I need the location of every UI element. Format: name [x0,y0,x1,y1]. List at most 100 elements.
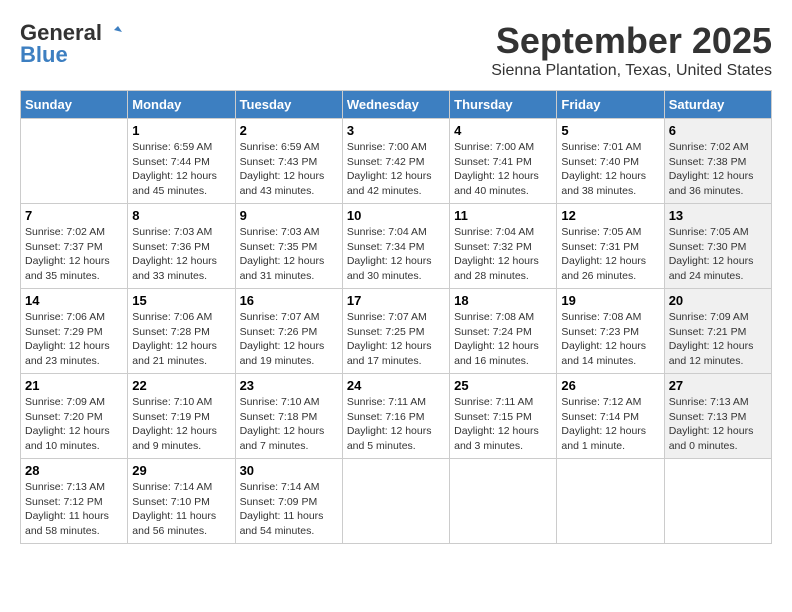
calendar-cell: 3 Sunrise: 7:00 AM Sunset: 7:42 PM Daylig… [342,119,449,204]
day-number: 10 [347,208,445,223]
day-number: 23 [240,378,338,393]
day-info: Sunrise: 7:05 AM Sunset: 7:30 PM Dayligh… [669,225,767,284]
calendar-week-row: 21 Sunrise: 7:09 AM Sunset: 7:20 PM Dayli… [21,374,772,459]
calendar-week-row: 28 Sunrise: 7:13 AM Sunset: 7:12 PM Dayli… [21,459,772,544]
day-info: Sunrise: 7:14 AM Sunset: 7:09 PM Dayligh… [240,480,338,539]
logo-blue: Blue [20,42,68,68]
calendar-cell: 6 Sunrise: 7:02 AM Sunset: 7:38 PM Daylig… [664,119,771,204]
day-number: 18 [454,293,552,308]
day-number: 21 [25,378,123,393]
day-info: Sunrise: 7:09 AM Sunset: 7:21 PM Dayligh… [669,310,767,369]
location-title: Sienna Plantation, Texas, United States [491,62,772,80]
day-number: 25 [454,378,552,393]
day-number: 11 [454,208,552,223]
calendar-cell: 19Sunrise: 7:08 AM Sunset: 7:23 PM Dayli… [557,289,664,374]
day-info: Sunrise: 7:02 AM Sunset: 7:37 PM Dayligh… [25,225,123,284]
day-number: 29 [132,463,230,478]
calendar-cell: 22 Sunrise: 7:10 AM Sunset: 7:19 PM Dayli… [128,374,235,459]
calendar-cell: 1Sunrise: 6:59 AM Sunset: 7:44 PM Daylig… [128,119,235,204]
day-info: Sunrise: 7:07 AM Sunset: 7:26 PM Dayligh… [240,310,338,369]
calendar-week-row: 1Sunrise: 6:59 AM Sunset: 7:44 PM Daylig… [21,119,772,204]
day-info: Sunrise: 7:10 AM Sunset: 7:18 PM Dayligh… [240,395,338,454]
day-number: 26 [561,378,659,393]
day-info: Sunrise: 7:00 AM Sunset: 7:42 PM Dayligh… [347,140,445,199]
day-number: 4 [454,123,552,138]
calendar-cell: 24 Sunrise: 7:11 AM Sunset: 7:16 PM Dayli… [342,374,449,459]
calendar-cell: 16 Sunrise: 7:07 AM Sunset: 7:26 PM Dayli… [235,289,342,374]
day-number: 9 [240,208,338,223]
day-number: 20 [669,293,767,308]
day-info: Sunrise: 7:08 AM Sunset: 7:23 PM Dayligh… [561,310,659,369]
day-info: Sunrise: 7:04 AM Sunset: 7:32 PM Dayligh… [454,225,552,284]
day-info: Sunrise: 7:09 AM Sunset: 7:20 PM Dayligh… [25,395,123,454]
day-info: Sunrise: 7:04 AM Sunset: 7:34 PM Dayligh… [347,225,445,284]
day-number: 2 [240,123,338,138]
day-info: Sunrise: 7:03 AM Sunset: 7:35 PM Dayligh… [240,225,338,284]
day-info: Sunrise: 7:01 AM Sunset: 7:40 PM Dayligh… [561,140,659,199]
calendar-cell [342,459,449,544]
calendar-cell: 10 Sunrise: 7:04 AM Sunset: 7:34 PM Dayli… [342,204,449,289]
day-info: Sunrise: 6:59 AM Sunset: 7:44 PM Dayligh… [132,140,230,199]
day-number: 13 [669,208,767,223]
calendar-cell: 17 Sunrise: 7:07 AM Sunset: 7:25 PM Dayli… [342,289,449,374]
day-info: Sunrise: 7:00 AM Sunset: 7:41 PM Dayligh… [454,140,552,199]
calendar-table: SundayMondayTuesdayWednesdayThursdayFrid… [20,90,772,544]
day-number: 6 [669,123,767,138]
calendar-cell [557,459,664,544]
day-info: Sunrise: 7:11 AM Sunset: 7:15 PM Dayligh… [454,395,552,454]
day-info: Sunrise: 7:08 AM Sunset: 7:24 PM Dayligh… [454,310,552,369]
day-info: Sunrise: 7:13 AM Sunset: 7:12 PM Dayligh… [25,480,123,539]
day-number: 28 [25,463,123,478]
day-number: 24 [347,378,445,393]
day-of-week-header: Monday [128,91,235,119]
day-info: Sunrise: 7:10 AM Sunset: 7:19 PM Dayligh… [132,395,230,454]
calendar-cell [664,459,771,544]
day-number: 8 [132,208,230,223]
logo-bird-icon [104,24,122,42]
day-info: Sunrise: 6:59 AM Sunset: 7:43 PM Dayligh… [240,140,338,199]
calendar-cell: 20 Sunrise: 7:09 AM Sunset: 7:21 PM Dayli… [664,289,771,374]
day-number: 14 [25,293,123,308]
day-number: 3 [347,123,445,138]
calendar-cell: 7 Sunrise: 7:02 AM Sunset: 7:37 PM Daylig… [21,204,128,289]
day-info: Sunrise: 7:06 AM Sunset: 7:28 PM Dayligh… [132,310,230,369]
day-number: 22 [132,378,230,393]
calendar-cell: 18 Sunrise: 7:08 AM Sunset: 7:24 PM Dayli… [450,289,557,374]
day-number: 30 [240,463,338,478]
calendar-cell: 23 Sunrise: 7:10 AM Sunset: 7:18 PM Dayli… [235,374,342,459]
calendar-cell: 11 Sunrise: 7:04 AM Sunset: 7:32 PM Dayli… [450,204,557,289]
calendar-cell: 25 Sunrise: 7:11 AM Sunset: 7:15 PM Dayli… [450,374,557,459]
day-number: 16 [240,293,338,308]
day-of-week-header: Friday [557,91,664,119]
day-info: Sunrise: 7:06 AM Sunset: 7:29 PM Dayligh… [25,310,123,369]
calendar-cell: 28 Sunrise: 7:13 AM Sunset: 7:12 PM Dayli… [21,459,128,544]
day-info: Sunrise: 7:13 AM Sunset: 7:13 PM Dayligh… [669,395,767,454]
calendar-cell: 8 Sunrise: 7:03 AM Sunset: 7:36 PM Daylig… [128,204,235,289]
calendar-cell: 27Sunrise: 7:13 AM Sunset: 7:13 PM Dayli… [664,374,771,459]
day-of-week-header: Wednesday [342,91,449,119]
day-info: Sunrise: 7:07 AM Sunset: 7:25 PM Dayligh… [347,310,445,369]
day-of-week-header: Tuesday [235,91,342,119]
calendar-cell: 15Sunrise: 7:06 AM Sunset: 7:28 PM Dayli… [128,289,235,374]
month-title: September 2025 [491,20,772,62]
calendar-cell [21,119,128,204]
day-info: Sunrise: 7:05 AM Sunset: 7:31 PM Dayligh… [561,225,659,284]
day-number: 17 [347,293,445,308]
calendar-cell: 29 Sunrise: 7:14 AM Sunset: 7:10 PM Dayli… [128,459,235,544]
calendar-cell: 14 Sunrise: 7:06 AM Sunset: 7:29 PM Dayli… [21,289,128,374]
day-info: Sunrise: 7:03 AM Sunset: 7:36 PM Dayligh… [132,225,230,284]
day-number: 7 [25,208,123,223]
calendar-week-row: 14 Sunrise: 7:06 AM Sunset: 7:29 PM Dayli… [21,289,772,374]
title-block: September 2025 Sienna Plantation, Texas,… [491,20,772,80]
day-info: Sunrise: 7:12 AM Sunset: 7:14 PM Dayligh… [561,395,659,454]
calendar-week-row: 7 Sunrise: 7:02 AM Sunset: 7:37 PM Daylig… [21,204,772,289]
day-info: Sunrise: 7:02 AM Sunset: 7:38 PM Dayligh… [669,140,767,199]
logo: General Blue [20,20,122,68]
day-info: Sunrise: 7:11 AM Sunset: 7:16 PM Dayligh… [347,395,445,454]
day-of-week-header: Saturday [664,91,771,119]
calendar-cell: 4 Sunrise: 7:00 AM Sunset: 7:41 PM Daylig… [450,119,557,204]
day-of-week-header: Sunday [21,91,128,119]
day-number: 12 [561,208,659,223]
day-info: Sunrise: 7:14 AM Sunset: 7:10 PM Dayligh… [132,480,230,539]
calendar-cell: 13 Sunrise: 7:05 AM Sunset: 7:30 PM Dayli… [664,204,771,289]
